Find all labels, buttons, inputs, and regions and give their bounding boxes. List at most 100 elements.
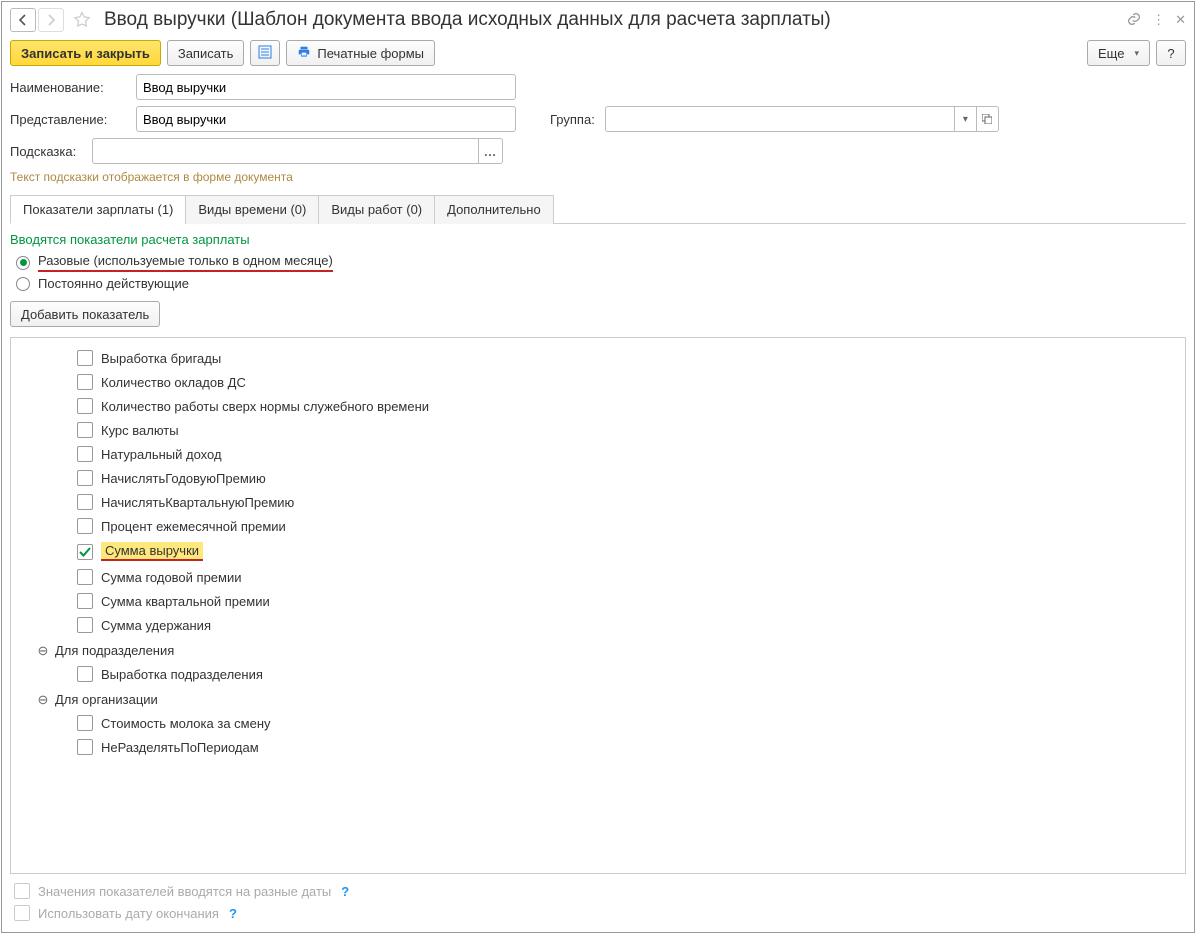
- group-combo: ▾: [605, 106, 999, 132]
- titlebar-controls: ⋮ ✕: [1126, 11, 1186, 30]
- tree-item-label: Натуральный доход: [101, 447, 222, 462]
- group-org-label: Для организации: [55, 692, 158, 707]
- group-input[interactable]: [605, 106, 955, 132]
- name-input[interactable]: [136, 74, 516, 100]
- tree-item-label: Количество окладов ДС: [101, 375, 246, 390]
- checkbox[interactable]: [77, 593, 93, 609]
- radio-row-permanent: Постоянно действующие: [10, 276, 1186, 291]
- tree-item[interactable]: Количество работы сверх нормы служебного…: [15, 394, 1181, 418]
- favorite-star-icon[interactable]: [72, 10, 92, 30]
- tree-item-label: Сумма годовой премии: [101, 570, 242, 585]
- tree-item-label: Курс валюты: [101, 423, 179, 438]
- more-button[interactable]: Еще: [1087, 40, 1150, 66]
- tree-item[interactable]: Сумма годовой премии: [15, 565, 1181, 589]
- save-button[interactable]: Записать: [167, 40, 245, 66]
- nav-back-button[interactable]: [10, 8, 36, 32]
- hint-ellipsis-button[interactable]: …: [479, 138, 503, 164]
- checkbox[interactable]: [77, 518, 93, 534]
- nav-forward-button[interactable]: [38, 8, 64, 32]
- tree-item-label: Сумма выручки: [101, 542, 203, 561]
- link-icon[interactable]: [1126, 11, 1142, 30]
- tab-time-types[interactable]: Виды времени (0): [185, 195, 319, 224]
- checkbox[interactable]: [77, 715, 93, 731]
- tab-additional[interactable]: Дополнительно: [434, 195, 554, 224]
- row-repr: Представление: Группа: ▾: [10, 106, 1186, 132]
- titlebar: Ввод выручки (Шаблон документа ввода исх…: [2, 2, 1194, 36]
- hint-combo: …: [92, 138, 503, 164]
- tree-item-label: Процент ежемесячной премии: [101, 519, 286, 534]
- tab-indicators[interactable]: Показатели зарплаты (1): [10, 195, 186, 224]
- footer-enddate-label: Использовать дату окончания: [38, 906, 219, 921]
- footer-dates-checkbox: [14, 883, 30, 899]
- checkbox[interactable]: [77, 398, 93, 414]
- add-indicator-button[interactable]: Добавить показатель: [10, 301, 160, 327]
- tree-item-label: НачислятьКвартальнуюПремию: [101, 495, 294, 510]
- tabs: Показатели зарплаты (1) Виды времени (0)…: [10, 194, 1186, 224]
- tree-item[interactable]: Стоимость молока за смену: [15, 711, 1181, 735]
- help-icon[interactable]: ?: [341, 884, 349, 899]
- toolbar: Записать и закрыть Записать Печатные фор…: [2, 36, 1194, 74]
- tree-item[interactable]: Натуральный доход: [15, 442, 1181, 466]
- checkbox[interactable]: [77, 666, 93, 682]
- row-name: Наименование:: [10, 74, 1186, 100]
- tree-item[interactable]: Сумма удержания: [15, 613, 1181, 637]
- window: Ввод выручки (Шаблон документа ввода исх…: [1, 1, 1195, 933]
- hint-input[interactable]: [92, 138, 479, 164]
- add-row: Добавить показатель: [10, 301, 1186, 327]
- tree-group-department[interactable]: ⊖ Для подразделения: [15, 637, 1181, 662]
- print-forms-label: Печатные формы: [317, 46, 424, 61]
- tree-item[interactable]: Курс валюты: [15, 418, 1181, 442]
- tree-group-organization[interactable]: ⊖ Для организации: [15, 686, 1181, 711]
- checkbox[interactable]: [77, 569, 93, 585]
- hint-label: Подсказка:: [10, 144, 88, 159]
- tree-item[interactable]: Сумма квартальной премии: [15, 589, 1181, 613]
- tree-item[interactable]: Сумма выручки: [15, 538, 1181, 565]
- close-icon[interactable]: ✕: [1175, 12, 1186, 28]
- tree-item[interactable]: Выработка подразделения: [15, 662, 1181, 686]
- radio-once-label[interactable]: Разовые (используемые только в одном мес…: [38, 253, 333, 268]
- tree-item-label: Выработка подразделения: [101, 667, 263, 682]
- checkbox[interactable]: [77, 470, 93, 486]
- checkbox[interactable]: [77, 374, 93, 390]
- list-icon: [258, 45, 272, 62]
- tree-item[interactable]: Количество окладов ДС: [15, 370, 1181, 394]
- radio-permanent-label[interactable]: Постоянно действующие: [38, 276, 189, 291]
- indicators-tree[interactable]: Выработка бригады Количество окладов ДС Ко…: [10, 337, 1186, 874]
- list-button[interactable]: [250, 40, 280, 66]
- save-close-button[interactable]: Записать и закрыть: [10, 40, 161, 66]
- repr-input[interactable]: [136, 106, 516, 132]
- help-icon[interactable]: ?: [229, 906, 237, 921]
- print-forms-button[interactable]: Печатные формы: [286, 40, 435, 66]
- tree-item[interactable]: НеРазделятьПоПериодам: [15, 735, 1181, 759]
- content: Наименование: Представление: Группа: ▾ П…: [2, 74, 1194, 932]
- checkbox[interactable]: [77, 544, 93, 560]
- hint-note: Текст подсказки отображается в форме док…: [10, 170, 1186, 184]
- group-dropdown-button[interactable]: ▾: [955, 106, 977, 132]
- checkbox[interactable]: [77, 617, 93, 633]
- footer-enddate-checkbox: [14, 905, 30, 921]
- tree-item[interactable]: НачислятьГодовуюПремию: [15, 466, 1181, 490]
- tree-item[interactable]: НачислятьКвартальнуюПремию: [15, 490, 1181, 514]
- tree-item[interactable]: Выработка бригады: [15, 346, 1181, 370]
- help-button[interactable]: ?: [1156, 40, 1186, 66]
- tab-work-types[interactable]: Виды работ (0): [318, 195, 435, 224]
- nav-group: [10, 8, 64, 32]
- checkbox[interactable]: [77, 422, 93, 438]
- group-open-button[interactable]: [977, 106, 999, 132]
- collapse-icon[interactable]: ⊖: [37, 694, 49, 706]
- kebab-menu-icon[interactable]: ⋮: [1152, 12, 1165, 28]
- footer-dates-label: Значения показателей вводятся на разные …: [38, 884, 331, 899]
- collapse-icon[interactable]: ⊖: [37, 645, 49, 657]
- tree-item-label: Стоимость молока за смену: [101, 716, 271, 731]
- radio-once[interactable]: [16, 256, 30, 270]
- radio-permanent[interactable]: [16, 277, 30, 291]
- tree-item-label: Выработка бригады: [101, 351, 221, 366]
- checkbox[interactable]: [77, 739, 93, 755]
- radio-once-underline: Разовые (используемые только в одном мес…: [38, 253, 333, 272]
- checkbox[interactable]: [77, 494, 93, 510]
- tree-item[interactable]: Процент ежемесячной премии: [15, 514, 1181, 538]
- name-label: Наименование:: [10, 80, 132, 95]
- checkbox[interactable]: [77, 446, 93, 462]
- checkbox[interactable]: [77, 350, 93, 366]
- repr-label: Представление:: [10, 112, 132, 127]
